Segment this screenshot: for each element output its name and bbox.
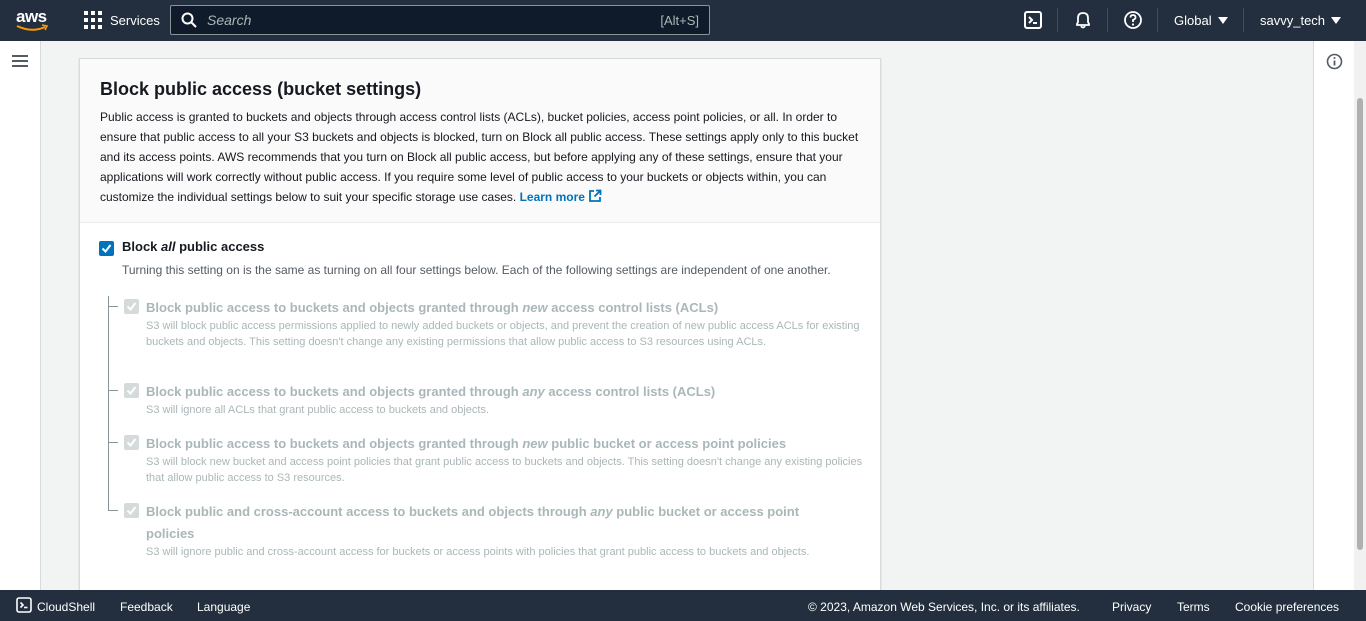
grid-icon	[84, 11, 102, 29]
aws-logo-text: aws	[16, 7, 47, 26]
block-all-description: Turning this setting on is the same as t…	[122, 263, 831, 277]
cloudshell-icon[interactable]	[16, 597, 32, 613]
footer-terms-link[interactable]: Terms	[1177, 600, 1210, 614]
aws-logo[interactable]: aws	[16, 8, 50, 34]
sub-option-title-pre: Block public and cross-account access to…	[146, 504, 591, 519]
bell-icon[interactable]	[1073, 10, 1093, 30]
footer-privacy-link[interactable]: Privacy	[1112, 600, 1151, 614]
sub-option-checkbox[interactable]	[124, 503, 139, 518]
sub-option-title: Block public and cross-account access to…	[146, 501, 836, 545]
footer-cloudshell-link[interactable]: CloudShell	[37, 600, 95, 614]
sub-option-title-post: public bucket or access point policies	[547, 436, 787, 451]
nav-divider	[1107, 8, 1108, 32]
left-navigation-rail	[0, 41, 41, 590]
nav-divider	[1157, 8, 1158, 32]
sub-option-title-em: new	[522, 436, 548, 451]
tree-connector	[108, 510, 118, 511]
footer-copyright: © 2023, Amazon Web Services, Inc. or its…	[808, 600, 1080, 614]
hamburger-menu-icon[interactable]	[12, 55, 28, 67]
console-footer: CloudShell Feedback Language © 2023, Ama…	[0, 590, 1366, 621]
block-all-title-em: all	[161, 239, 176, 254]
sub-option-title: Block public access to buckets and objec…	[146, 381, 836, 403]
panel-description-text: Public access is granted to buckets and …	[100, 110, 859, 204]
learn-more-link[interactable]: Learn more	[519, 189, 602, 204]
block-all-title: Block all public access	[122, 239, 264, 254]
sub-option-title-post: access control lists (ACLs)	[547, 300, 719, 315]
sub-option-title-em: new	[522, 300, 548, 315]
right-tools-rail	[1313, 41, 1354, 590]
sub-option-title: Block public access to buckets and objec…	[146, 433, 836, 455]
services-menu-button[interactable]: Services	[84, 11, 160, 29]
checkmark-icon	[126, 302, 137, 312]
search-input[interactable]	[207, 12, 627, 28]
footer-feedback-link[interactable]: Feedback	[120, 600, 173, 614]
checkmark-icon	[101, 244, 112, 254]
help-icon[interactable]	[1123, 10, 1143, 30]
sub-option-checkbox[interactable]	[124, 383, 139, 398]
aws-smile-icon	[16, 24, 48, 31]
chevron-down-icon	[1217, 17, 1228, 24]
account-label: savvy_tech	[1260, 13, 1326, 28]
tree-connector	[108, 390, 118, 391]
sub-option-title-em: any	[522, 384, 545, 399]
footer-language-link[interactable]: Language	[197, 600, 250, 614]
block-all-checkbox[interactable]	[99, 241, 114, 256]
account-menu[interactable]: savvy_tech	[1260, 13, 1342, 28]
sub-option-description: S3 will block new bucket and access poin…	[146, 456, 863, 484]
sub-option-title-pre: Block public access to buckets and objec…	[146, 300, 523, 315]
checkmark-icon	[126, 386, 137, 396]
block-all-title-pre: Block	[122, 239, 162, 254]
learn-more-label: Learn more	[519, 190, 585, 204]
sub-option-checkbox[interactable]	[124, 299, 139, 314]
external-link-icon	[589, 189, 602, 202]
services-label: Services	[110, 12, 160, 28]
sub-option-description: S3 will ignore public and cross-account …	[146, 546, 810, 558]
nav-divider	[1057, 8, 1058, 32]
sub-option-title-pre: Block public access to buckets and objec…	[146, 436, 523, 451]
region-selector[interactable]: Global	[1174, 13, 1228, 28]
sub-option-checkbox[interactable]	[124, 435, 139, 450]
cloudshell-icon[interactable]	[1023, 10, 1043, 30]
sub-option-title-em: any	[590, 504, 613, 519]
panel-header: Block public access (bucket settings) Pu…	[80, 59, 880, 223]
search-box[interactable]: [Alt+S]	[170, 5, 710, 35]
tree-connector	[108, 306, 118, 307]
search-icon	[181, 12, 197, 28]
sub-option-title-pre: Block public access to buckets and objec…	[146, 384, 523, 399]
search-shortcut-hint: [Alt+S]	[660, 12, 699, 28]
sub-option-description: S3 will block public access permissions …	[146, 320, 860, 348]
top-navigation: aws Services [Alt+S] Global	[0, 0, 1366, 41]
info-icon[interactable]	[1326, 53, 1343, 70]
sub-option-description: S3 will ignore all ACLs that grant publi…	[146, 404, 490, 416]
panel-title: Block public access (bucket settings)	[100, 79, 422, 99]
checkmark-icon	[126, 506, 137, 516]
sub-option-title-post: access control lists (ACLs)	[544, 384, 716, 399]
nav-divider	[1243, 8, 1244, 32]
panel-description: Public access is granted to buckets and …	[100, 107, 860, 207]
block-public-access-panel: Block public access (bucket settings) Pu…	[79, 58, 881, 598]
region-label: Global	[1174, 13, 1212, 28]
footer-cookie-preferences-link[interactable]: Cookie preferences	[1235, 600, 1339, 614]
chevron-down-icon	[1331, 17, 1342, 24]
scrollbar-thumb[interactable]	[1357, 98, 1363, 550]
block-all-title-post: public access	[175, 239, 265, 254]
block-all-public-access-option: Block all public access Turning this set…	[99, 239, 831, 277]
page-scrollbar[interactable]	[1354, 41, 1366, 590]
checkmark-icon	[126, 438, 137, 448]
tree-connector	[108, 442, 118, 443]
options-tree-line	[108, 296, 109, 510]
sub-option-title: Block public access to buckets and objec…	[146, 297, 836, 319]
